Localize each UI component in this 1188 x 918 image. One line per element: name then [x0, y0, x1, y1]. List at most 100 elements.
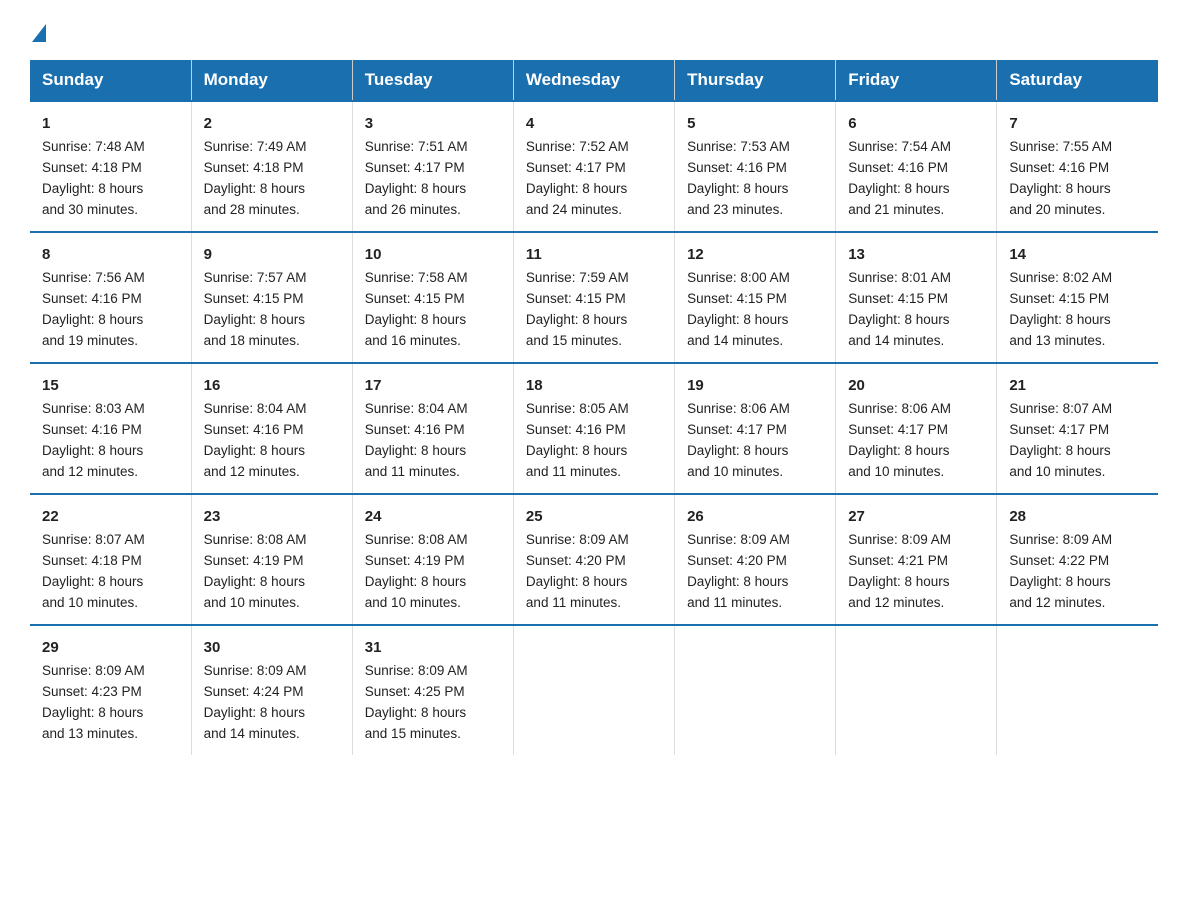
day-number: 5 [687, 112, 823, 135]
day-info: Sunrise: 8:09 AMSunset: 4:25 PMDaylight:… [365, 663, 468, 741]
calendar-day: 23 Sunrise: 8:08 AMSunset: 4:19 PMDayligh… [191, 494, 352, 625]
calendar-day: 21Sunrise: 8:07 AMSunset: 4:17 PMDayligh… [997, 363, 1158, 494]
calendar-day: 25 Sunrise: 8:09 AMSunset: 4:20 PMDayligh… [513, 494, 674, 625]
weekday-header-tuesday: Tuesday [352, 60, 513, 101]
calendar-day: 28 Sunrise: 8:09 AMSunset: 4:22 PMDayligh… [997, 494, 1158, 625]
day-info: Sunrise: 7:54 AMSunset: 4:16 PMDaylight:… [848, 139, 951, 217]
day-info: Sunrise: 8:09 AMSunset: 4:24 PMDaylight:… [204, 663, 307, 741]
weekday-header-saturday: Saturday [997, 60, 1158, 101]
day-number: 8 [42, 243, 179, 266]
day-info: Sunrise: 8:04 AMSunset: 4:16 PMDaylight:… [365, 401, 468, 479]
calendar-day: 16 Sunrise: 8:04 AMSunset: 4:16 PMDayligh… [191, 363, 352, 494]
day-info: Sunrise: 7:53 AMSunset: 4:16 PMDaylight:… [687, 139, 790, 217]
day-number: 26 [687, 505, 823, 528]
day-info: Sunrise: 7:55 AMSunset: 4:16 PMDaylight:… [1009, 139, 1112, 217]
day-info: Sunrise: 8:05 AMSunset: 4:16 PMDaylight:… [526, 401, 629, 479]
calendar-day: 14 Sunrise: 8:02 AMSunset: 4:15 PMDayligh… [997, 232, 1158, 363]
calendar-day [997, 625, 1158, 755]
day-info: Sunrise: 8:08 AMSunset: 4:19 PMDaylight:… [204, 532, 307, 610]
calendar-day: 13Sunrise: 8:01 AMSunset: 4:15 PMDayligh… [836, 232, 997, 363]
day-info: Sunrise: 8:00 AMSunset: 4:15 PMDaylight:… [687, 270, 790, 348]
day-number: 29 [42, 636, 179, 659]
calendar-day: 11 Sunrise: 7:59 AMSunset: 4:15 PMDayligh… [513, 232, 674, 363]
weekday-header-monday: Monday [191, 60, 352, 101]
day-info: Sunrise: 7:48 AMSunset: 4:18 PMDaylight:… [42, 139, 145, 217]
day-info: Sunrise: 7:52 AMSunset: 4:17 PMDaylight:… [526, 139, 629, 217]
calendar-day: 8 Sunrise: 7:56 AMSunset: 4:16 PMDaylight… [30, 232, 191, 363]
day-number: 15 [42, 374, 179, 397]
calendar-day: 22Sunrise: 8:07 AMSunset: 4:18 PMDayligh… [30, 494, 191, 625]
day-info: Sunrise: 8:04 AMSunset: 4:16 PMDaylight:… [204, 401, 307, 479]
calendar-day: 29Sunrise: 8:09 AMSunset: 4:23 PMDayligh… [30, 625, 191, 755]
calendar-day: 4 Sunrise: 7:52 AMSunset: 4:17 PMDaylight… [513, 101, 674, 232]
day-info: Sunrise: 8:09 AMSunset: 4:20 PMDaylight:… [526, 532, 629, 610]
day-number: 4 [526, 112, 662, 135]
calendar-day: 18 Sunrise: 8:05 AMSunset: 4:16 PMDayligh… [513, 363, 674, 494]
day-number: 1 [42, 112, 179, 135]
day-info: Sunrise: 7:59 AMSunset: 4:15 PMDaylight:… [526, 270, 629, 348]
logo-text [30, 24, 48, 42]
day-info: Sunrise: 7:58 AMSunset: 4:15 PMDaylight:… [365, 270, 468, 348]
day-number: 18 [526, 374, 662, 397]
calendar-day: 7 Sunrise: 7:55 AMSunset: 4:16 PMDaylight… [997, 101, 1158, 232]
page: SundayMondayTuesdayWednesdayThursdayFrid… [0, 0, 1188, 785]
day-info: Sunrise: 8:03 AMSunset: 4:16 PMDaylight:… [42, 401, 145, 479]
day-number: 6 [848, 112, 984, 135]
day-number: 17 [365, 374, 501, 397]
day-number: 20 [848, 374, 984, 397]
calendar-day: 17 Sunrise: 8:04 AMSunset: 4:16 PMDayligh… [352, 363, 513, 494]
day-info: Sunrise: 8:07 AMSunset: 4:18 PMDaylight:… [42, 532, 145, 610]
calendar-body: 1 Sunrise: 7:48 AMSunset: 4:18 PMDaylight… [30, 101, 1158, 755]
day-info: Sunrise: 7:56 AMSunset: 4:16 PMDaylight:… [42, 270, 145, 348]
weekday-header-thursday: Thursday [675, 60, 836, 101]
calendar-week-row: 29Sunrise: 8:09 AMSunset: 4:23 PMDayligh… [30, 625, 1158, 755]
calendar-day: 1 Sunrise: 7:48 AMSunset: 4:18 PMDaylight… [30, 101, 191, 232]
calendar-day: 12Sunrise: 8:00 AMSunset: 4:15 PMDayligh… [675, 232, 836, 363]
day-info: Sunrise: 8:09 AMSunset: 4:21 PMDaylight:… [848, 532, 951, 610]
day-number: 28 [1009, 505, 1146, 528]
day-number: 24 [365, 505, 501, 528]
day-number: 3 [365, 112, 501, 135]
day-info: Sunrise: 8:09 AMSunset: 4:20 PMDaylight:… [687, 532, 790, 610]
day-number: 2 [204, 112, 340, 135]
day-number: 25 [526, 505, 662, 528]
calendar-week-row: 15 Sunrise: 8:03 AMSunset: 4:16 PMDayligh… [30, 363, 1158, 494]
calendar-day: 9Sunrise: 7:57 AMSunset: 4:15 PMDaylight… [191, 232, 352, 363]
day-info: Sunrise: 7:49 AMSunset: 4:18 PMDaylight:… [204, 139, 307, 217]
day-number: 10 [365, 243, 501, 266]
calendar-header: SundayMondayTuesdayWednesdayThursdayFrid… [30, 60, 1158, 101]
calendar-day [836, 625, 997, 755]
day-info: Sunrise: 7:57 AMSunset: 4:15 PMDaylight:… [204, 270, 307, 348]
logo [30, 24, 48, 42]
day-info: Sunrise: 8:09 AMSunset: 4:22 PMDaylight:… [1009, 532, 1112, 610]
calendar-day: 6 Sunrise: 7:54 AMSunset: 4:16 PMDaylight… [836, 101, 997, 232]
header [30, 24, 1158, 42]
day-number: 19 [687, 374, 823, 397]
day-number: 16 [204, 374, 340, 397]
day-number: 30 [204, 636, 340, 659]
day-number: 11 [526, 243, 662, 266]
calendar-day: 30 Sunrise: 8:09 AMSunset: 4:24 PMDayligh… [191, 625, 352, 755]
calendar-table: SundayMondayTuesdayWednesdayThursdayFrid… [30, 60, 1158, 755]
day-number: 23 [204, 505, 340, 528]
calendar-day: 24 Sunrise: 8:08 AMSunset: 4:19 PMDayligh… [352, 494, 513, 625]
day-number: 21 [1009, 374, 1146, 397]
day-number: 7 [1009, 112, 1146, 135]
calendar-day: 2 Sunrise: 7:49 AMSunset: 4:18 PMDaylight… [191, 101, 352, 232]
calendar-day: 26 Sunrise: 8:09 AMSunset: 4:20 PMDayligh… [675, 494, 836, 625]
day-info: Sunrise: 8:02 AMSunset: 4:15 PMDaylight:… [1009, 270, 1112, 348]
day-info: Sunrise: 8:08 AMSunset: 4:19 PMDaylight:… [365, 532, 468, 610]
logo-triangle-icon [32, 24, 46, 42]
day-number: 13 [848, 243, 984, 266]
calendar-week-row: 8 Sunrise: 7:56 AMSunset: 4:16 PMDaylight… [30, 232, 1158, 363]
day-info: Sunrise: 8:06 AMSunset: 4:17 PMDaylight:… [848, 401, 951, 479]
calendar-day: 15 Sunrise: 8:03 AMSunset: 4:16 PMDayligh… [30, 363, 191, 494]
day-info: Sunrise: 8:06 AMSunset: 4:17 PMDaylight:… [687, 401, 790, 479]
calendar-day [675, 625, 836, 755]
calendar-day: 10 Sunrise: 7:58 AMSunset: 4:15 PMDayligh… [352, 232, 513, 363]
calendar-day: 27 Sunrise: 8:09 AMSunset: 4:21 PMDayligh… [836, 494, 997, 625]
day-info: Sunrise: 7:51 AMSunset: 4:17 PMDaylight:… [365, 139, 468, 217]
day-number: 27 [848, 505, 984, 528]
calendar-day: 19 Sunrise: 8:06 AMSunset: 4:17 PMDayligh… [675, 363, 836, 494]
day-number: 14 [1009, 243, 1146, 266]
